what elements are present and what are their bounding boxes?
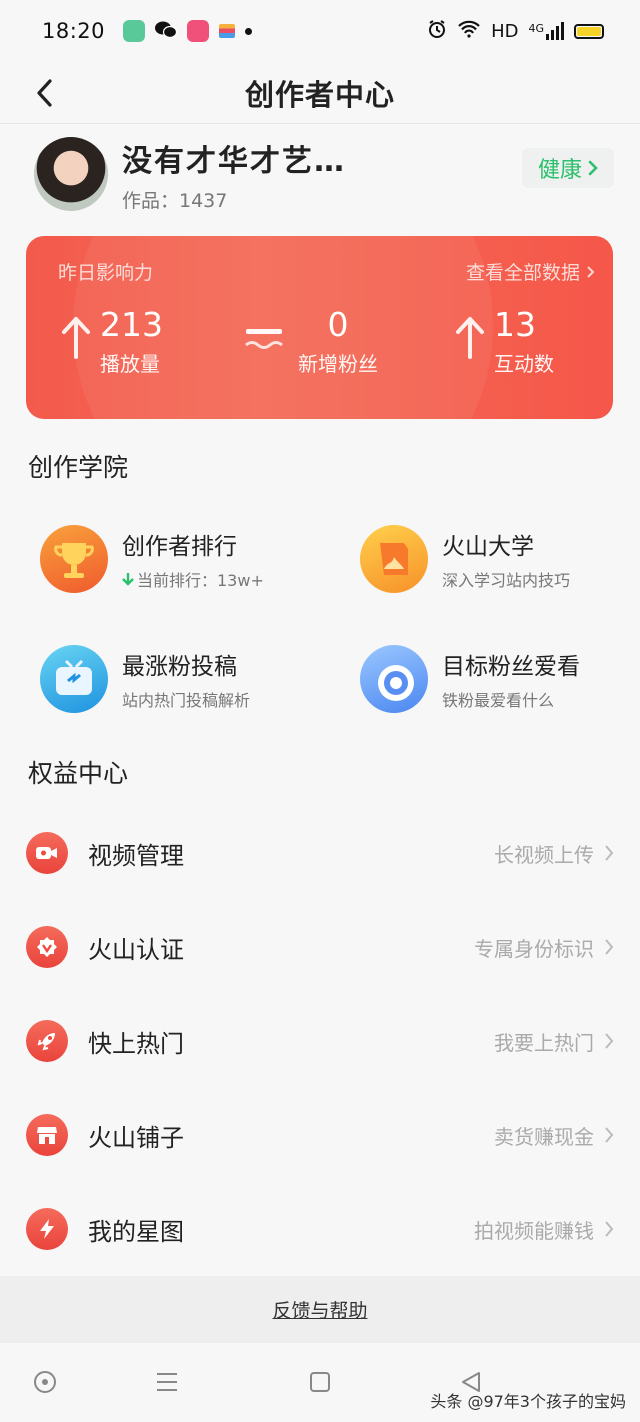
back-button[interactable] xyxy=(22,70,66,116)
academy-section-title: 创作学院 xyxy=(28,453,129,482)
academy-item-title: 火山大学 xyxy=(442,534,534,560)
arrow-down-icon xyxy=(122,573,134,586)
shop-icon xyxy=(26,1114,68,1156)
stat-value: 213 xyxy=(100,305,163,344)
view-all-data-link[interactable]: 查看全部数据 xyxy=(466,258,595,285)
avatar[interactable] xyxy=(34,137,108,211)
rights-item-label: 视频管理 xyxy=(88,841,184,870)
chevron-right-icon xyxy=(587,265,595,278)
arrow-up-icon xyxy=(452,312,488,362)
rights-item-hot-boost[interactable]: 快上热门 我要上热门 xyxy=(26,1011,614,1071)
video-camera-icon xyxy=(26,832,68,874)
cell-signal-icon: 4G xyxy=(528,22,564,40)
academy-item-subtitle: 深入学习站内技巧 xyxy=(442,571,571,590)
academy-item-target-fans[interactable]: 目标粉丝爱看 铁粉最爱看什么 xyxy=(360,645,640,713)
academy-item-title: 创作者排行 xyxy=(122,534,237,560)
rights-item-verification[interactable]: 火山认证 专属身份标识 xyxy=(26,917,614,977)
wechat-icon xyxy=(155,20,178,42)
health-label: 健康 xyxy=(537,158,582,183)
rights-item-hint: 专属身份标识 xyxy=(474,936,594,961)
network-label: HD xyxy=(491,20,519,42)
green-app-icon xyxy=(123,20,146,42)
menu-button[interactable] xyxy=(152,1367,182,1397)
more-notifications-dot xyxy=(245,27,253,35)
rights-item-label: 我的星图 xyxy=(88,1217,184,1246)
rights-item-hint: 我要上热门 xyxy=(494,1030,594,1055)
works-count: 作品：1437 xyxy=(122,189,228,212)
wifi-icon xyxy=(457,20,481,43)
cell-label: 4G xyxy=(528,22,544,35)
rights-item-hint: 拍视频能赚钱 xyxy=(474,1218,594,1243)
rights-item-label: 火山铺子 xyxy=(88,1123,184,1152)
watermark-text: 头条 @97年3个孩子的宝妈 xyxy=(430,1392,626,1411)
chevron-right-icon xyxy=(605,1221,614,1237)
home-button[interactable] xyxy=(305,1367,335,1397)
stat-value: 13 xyxy=(494,305,536,344)
rights-item-video-manage[interactable]: 视频管理 长视频上传 xyxy=(26,823,614,883)
lightning-icon xyxy=(26,1208,68,1250)
assistant-button[interactable] xyxy=(30,1367,60,1397)
profile-header: 没有才华才艺… 作品：1437 健康 xyxy=(34,134,614,214)
rights-item-label: 快上热门 xyxy=(88,1029,184,1058)
academy-item-ranking[interactable]: 创作者排行 当前排行：13w+ xyxy=(40,525,320,593)
stat-value: 0 xyxy=(327,305,349,344)
stat-label: 新增粉丝 xyxy=(298,352,378,376)
footer-bar: 反馈与帮助 xyxy=(0,1276,640,1343)
flat-trend-icon xyxy=(242,312,286,362)
view-all-label: 查看全部数据 xyxy=(465,262,580,284)
status-bar: 18:20 HD 4G xyxy=(0,0,640,62)
stripe-app-icon xyxy=(219,24,236,38)
academy-item-university[interactable]: 火山大学 深入学习站内技巧 xyxy=(360,525,640,593)
book-icon xyxy=(360,525,428,593)
circle-dot-icon xyxy=(34,1371,56,1393)
rocket-icon xyxy=(26,1020,68,1062)
academy-item-subtitle: 站内热门投稿解析 xyxy=(122,691,251,710)
arrow-up-icon xyxy=(58,312,94,362)
battery-icon xyxy=(574,23,604,39)
chevron-right-icon xyxy=(605,845,614,861)
chevron-right-icon xyxy=(588,160,598,176)
stat-plays: 213 播放量 xyxy=(58,306,163,377)
chevron-right-icon xyxy=(605,1033,614,1049)
rights-item-hint: 长视频上传 xyxy=(494,842,594,867)
academy-item-fan-growth[interactable]: 最涨粉投稿 站内热门投稿解析 xyxy=(40,645,320,713)
target-icon xyxy=(360,645,428,713)
status-right: HD 4G xyxy=(427,19,604,44)
stat-interactions: 13 互动数 xyxy=(452,306,554,377)
square-icon xyxy=(310,1372,330,1392)
stat-label: 播放量 xyxy=(100,352,160,376)
alarm-icon xyxy=(427,19,447,44)
rights-item-hint: 卖货赚现金 xyxy=(494,1124,594,1149)
chevron-right-icon xyxy=(605,939,614,955)
stats-card[interactable]: 昨日影响力 查看全部数据 213 播放量 0 新增粉丝 13 互动数 xyxy=(26,236,613,419)
academy-item-title: 最涨粉投稿 xyxy=(122,654,237,680)
stats-header-label: 昨日影响力 xyxy=(58,262,154,284)
video-app-icon xyxy=(187,20,210,42)
profile-name: 没有才华才艺… xyxy=(122,143,346,179)
health-status-button[interactable]: 健康 xyxy=(522,148,614,188)
notification-icons xyxy=(123,20,253,42)
verified-badge-icon xyxy=(26,926,68,968)
trophy-icon xyxy=(40,525,108,593)
academy-item-subtitle: 铁粉最爱看什么 xyxy=(442,691,555,710)
nav-bar: 创作者中心 xyxy=(0,62,640,124)
status-time: 18:20 xyxy=(42,19,106,43)
academy-item-subtitle: 当前排行：13w+ xyxy=(137,571,264,590)
rights-item-star-map[interactable]: 我的星图 拍视频能赚钱 xyxy=(26,1199,614,1259)
rights-item-label: 火山认证 xyxy=(88,935,184,964)
stat-new-fans: 0 新增粉丝 xyxy=(242,306,378,377)
page-title: 创作者中心 xyxy=(244,77,395,112)
chevron-left-icon xyxy=(37,79,52,107)
rights-item-shop[interactable]: 火山铺子 卖货赚现金 xyxy=(26,1105,614,1165)
academy-item-title: 目标粉丝爱看 xyxy=(442,654,580,680)
tv-icon xyxy=(40,645,108,713)
menu-icon xyxy=(157,1373,177,1391)
rights-section-title: 权益中心 xyxy=(28,759,129,788)
feedback-help-link[interactable]: 反馈与帮助 xyxy=(272,1296,367,1323)
stat-label: 互动数 xyxy=(494,352,554,376)
chevron-right-icon xyxy=(605,1127,614,1143)
